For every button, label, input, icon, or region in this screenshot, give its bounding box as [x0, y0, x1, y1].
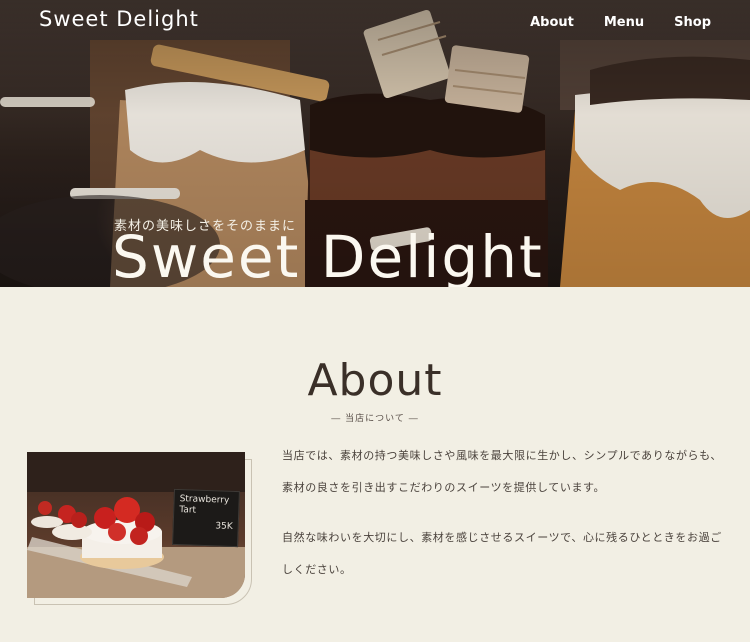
about-paragraph-2: 自然な味わいを大切にし、素材を感じさせるスイーツで、心に残るひとときをお過ごしく… — [282, 531, 722, 576]
price-sign-line2: Tart — [179, 505, 197, 516]
hero-section: Sweet Delight About Menu Shop 素材の美味しさをその… — [0, 0, 750, 287]
price-sign: Strawberry Tart 35K — [172, 488, 240, 548]
about-paragraph-1: 当店では、素材の持つ美味しさや風味を最大限に生かし、シンプルでありながらも、素材… — [282, 449, 723, 494]
about-subheading: ― 当店について ― — [331, 414, 419, 424]
about-heading: About — [307, 355, 443, 406]
main-nav: About Menu Shop — [530, 15, 711, 30]
nav-link-about[interactable]: About — [530, 15, 574, 30]
nav-link-shop[interactable]: Shop — [674, 15, 711, 30]
price-sign-price: 35K — [215, 521, 233, 532]
nav-link-menu[interactable]: Menu — [604, 15, 644, 30]
hero-title: Sweet Delight — [112, 223, 544, 287]
about-text: 当店では、素材の持つ美味しさや風味を最大限に生かし、シンプルでありながらも、素材… — [282, 440, 727, 586]
strawberry-tart-photo: Strawberry Tart 35K — [27, 452, 245, 598]
site-logo[interactable]: Sweet Delight — [39, 7, 199, 31]
